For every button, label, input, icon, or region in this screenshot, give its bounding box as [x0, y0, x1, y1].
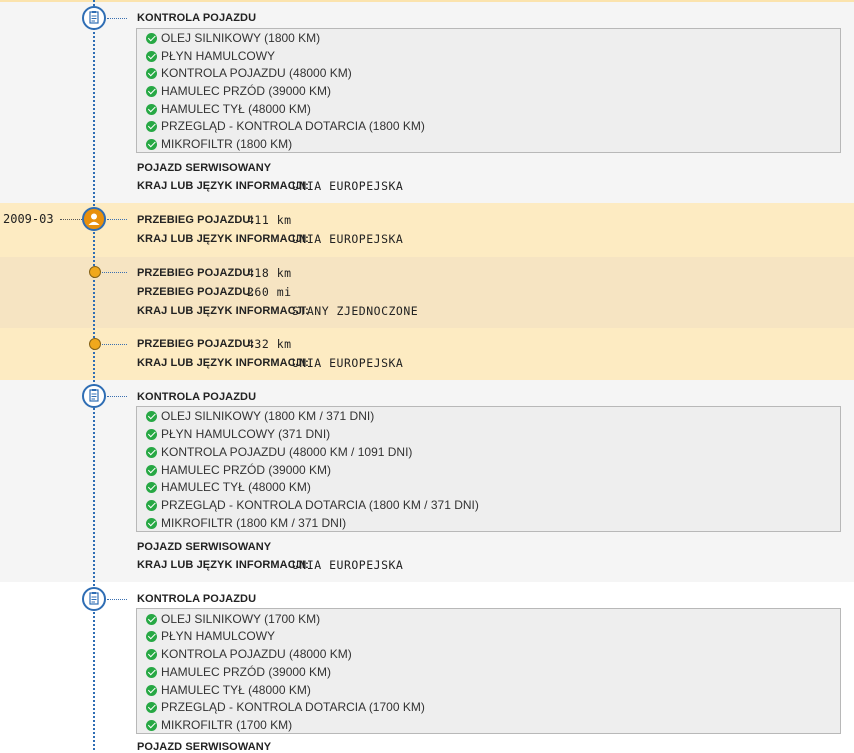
check-circle-icon: [146, 630, 157, 642]
service-item: MIKROFILTR (1800 KM): [146, 135, 292, 153]
service-item: KONTROLA POJAZDU (48000 KM): [146, 645, 352, 663]
person-icon: [82, 207, 106, 231]
entry-mileage-432: [0, 328, 854, 380]
service-item: PRZEGLĄD - KONTROLA DOTARCIA (1800 KM): [146, 117, 425, 135]
check-circle-icon: [146, 517, 157, 529]
service-item: MIKROFILTR (1700 KM): [146, 716, 292, 734]
country-label: KRAJ LUB JĘZYK INFORMACJI:: [137, 233, 309, 245]
connector: [107, 219, 127, 220]
connector: [107, 599, 127, 600]
service-item: PRZEGLĄD - KONTROLA DOTARCIA (1700 KM): [146, 698, 425, 716]
connector: [102, 272, 127, 273]
check-circle-icon: [146, 103, 157, 115]
service-item: OLEJ SILNIKOWY (1800 KM): [146, 29, 320, 47]
mileage-value: 260 mi: [247, 285, 292, 299]
country-label: KRAJ LUB JĘZYK INFORMACJI:: [137, 305, 309, 317]
check-circle-icon: [146, 684, 157, 696]
service-heading: KONTROLA POJAZDU: [137, 12, 257, 24]
mileage-value: 411 km: [247, 213, 292, 227]
dot-icon: [89, 266, 101, 278]
connector: [102, 344, 127, 345]
service-item: HAMULEC TYŁ (48000 KM): [146, 681, 311, 699]
timeline-line: [93, 0, 95, 750]
check-circle-icon: [146, 428, 157, 440]
check-circle-icon: [146, 666, 157, 678]
service-item: HAMULEC PRZÓD (39000 KM): [146, 82, 331, 100]
service-item: HAMULEC PRZÓD (39000 KM): [146, 461, 331, 479]
service-items-box: OLEJ SILNIKOWY (1800 KM / 371 DNI) PŁYN …: [136, 406, 841, 532]
country-value: UNIA EUROPEJSKA: [292, 179, 404, 193]
connector: [107, 18, 127, 19]
mileage-value: 432 km: [247, 337, 292, 351]
check-circle-icon: [146, 50, 157, 62]
service-item: HAMULEC TYŁ (48000 KM): [146, 100, 311, 118]
clipboard-icon: [82, 6, 106, 30]
country-label: KRAJ LUB JĘZYK INFORMACJI:: [137, 559, 309, 571]
clipboard-icon: [82, 384, 106, 408]
check-circle-icon: [146, 446, 157, 458]
country-value: UNIA EUROPEJSKA: [292, 356, 404, 370]
check-circle-icon: [146, 701, 157, 713]
serviced-label: POJAZD SERWISOWANY: [137, 741, 272, 753]
check-circle-icon: [146, 138, 157, 150]
entry-owner-2009-03: [0, 203, 854, 257]
service-item: HAMULEC PRZÓD (39000 KM): [146, 663, 331, 681]
check-circle-icon: [146, 120, 157, 132]
connector: [107, 396, 127, 397]
check-circle-icon: [146, 410, 157, 422]
service-item: PŁYN HAMULCOWY: [146, 47, 275, 65]
service-item: HAMULEC TYŁ (48000 KM): [146, 478, 311, 496]
service-heading: KONTROLA POJAZDU: [137, 593, 257, 605]
service-item: OLEJ SILNIKOWY (1800 KM / 371 DNI): [146, 407, 374, 425]
service-heading: KONTROLA POJAZDU: [137, 391, 257, 403]
service-item: KONTROLA POJAZDU (48000 KM / 1091 DNI): [146, 443, 412, 461]
service-item: PRZEGLĄD - KONTROLA DOTARCIA (1800 KM / …: [146, 496, 479, 514]
check-circle-icon: [146, 481, 157, 493]
date-connector: [60, 219, 82, 220]
country-label: KRAJ LUB JĘZYK INFORMACJI:: [137, 180, 309, 192]
service-item: MIKROFILTR (1800 KM / 371 DNI): [146, 514, 346, 532]
service-item: PŁYN HAMULCOWY: [146, 627, 275, 645]
mileage-label: PRZEBIEG POJAZDU:: [137, 338, 255, 350]
country-value: UNIA EUROPEJSKA: [292, 558, 404, 572]
dot-icon: [89, 338, 101, 350]
mileage-label: PRZEBIEG POJAZDU:: [137, 286, 255, 298]
country-value: UNIA EUROPEJSKA: [292, 232, 404, 246]
check-circle-icon: [146, 499, 157, 511]
serviced-label: POJAZD SERWISOWANY: [137, 162, 272, 174]
service-items-box: OLEJ SILNIKOWY (1700 KM) PŁYN HAMULCOWY …: [136, 608, 841, 734]
check-circle-icon: [146, 464, 157, 476]
check-circle-icon: [146, 613, 157, 625]
check-circle-icon: [146, 719, 157, 731]
country-label: KRAJ LUB JĘZYK INFORMACJI:: [137, 357, 309, 369]
entry-mileage-418: [0, 257, 854, 328]
country-value: STANY ZJEDNOCZONE: [292, 304, 419, 318]
service-items-box: OLEJ SILNIKOWY (1800 KM) PŁYN HAMULCOWY …: [136, 28, 841, 153]
service-item: PŁYN HAMULCOWY (371 DNI): [146, 425, 330, 443]
check-circle-icon: [146, 67, 157, 79]
check-circle-icon: [146, 648, 157, 660]
check-circle-icon: [146, 32, 157, 44]
mileage-label: PRZEBIEG POJAZDU:: [137, 267, 255, 279]
clipboard-icon: [82, 587, 106, 611]
mileage-value: 418 km: [247, 266, 292, 280]
entry-date: 2009-03: [3, 212, 54, 226]
check-circle-icon: [146, 85, 157, 97]
serviced-label: POJAZD SERWISOWANY: [137, 541, 272, 553]
mileage-label: PRZEBIEG POJAZDU:: [137, 214, 255, 226]
service-item: OLEJ SILNIKOWY (1700 KM): [146, 610, 320, 628]
service-item: KONTROLA POJAZDU (48000 KM): [146, 64, 352, 82]
